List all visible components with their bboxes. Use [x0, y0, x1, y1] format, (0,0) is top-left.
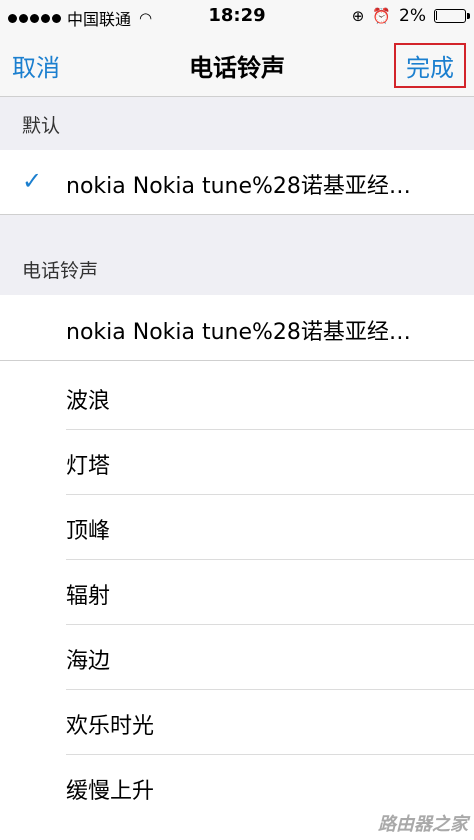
- ringtone-row[interactable]: 海边: [0, 625, 474, 690]
- ringtone-label: 缓慢上升: [66, 779, 155, 804]
- battery-percent: 2%: [399, 6, 426, 26]
- checkmark-icon: ✓: [22, 167, 43, 195]
- ringtone-label: 顶峰: [66, 519, 111, 544]
- battery-icon: [434, 9, 470, 23]
- ringtone-row[interactable]: nokia Nokia tune%28诺基亚经…: [0, 296, 474, 361]
- default-ringtone-row[interactable]: ✓ nokia Nokia tune%28诺基亚经…: [0, 150, 474, 215]
- section-header-default-label: 默认: [22, 115, 61, 137]
- ringtone-row[interactable]: 辐射: [0, 560, 474, 625]
- status-right: ⊕ ⏰ 2%: [351, 6, 470, 26]
- section-header-ringtones-label: 电话铃声: [22, 260, 99, 282]
- ringtone-row[interactable]: 欢乐时光: [0, 690, 474, 755]
- ringtone-label: 欢乐时光: [66, 714, 155, 739]
- status-bar: 中国联通 ◠ 18:29 ⊕ ⏰ 2%: [0, 0, 474, 34]
- nav-bar: 取消 电话铃声 完成: [0, 34, 474, 97]
- ringtone-label: 灯塔: [66, 454, 111, 479]
- ringtone-row[interactable]: 波浪: [0, 365, 474, 430]
- section-header-default: 默认: [0, 97, 474, 150]
- section-header-ringtones: 电话铃声: [0, 215, 474, 295]
- done-button[interactable]: 完成: [394, 43, 466, 88]
- watermark-logo: 路由器之家: [378, 814, 468, 835]
- ringtone-row[interactable]: 灯塔: [0, 430, 474, 495]
- ringtone-label: nokia Nokia tune%28诺基亚经…: [66, 320, 411, 345]
- ringtone-row[interactable]: 顶峰: [0, 495, 474, 560]
- rotation-lock-icon: ⊕: [351, 7, 365, 25]
- ringtone-label: 波浪: [66, 389, 111, 414]
- ringtone-label: 海边: [66, 649, 111, 674]
- default-ringtone-label: nokia Nokia tune%28诺基亚经…: [66, 174, 411, 199]
- ringtone-label: 辐射: [66, 584, 111, 609]
- alarm-icon: ⏰: [372, 7, 392, 25]
